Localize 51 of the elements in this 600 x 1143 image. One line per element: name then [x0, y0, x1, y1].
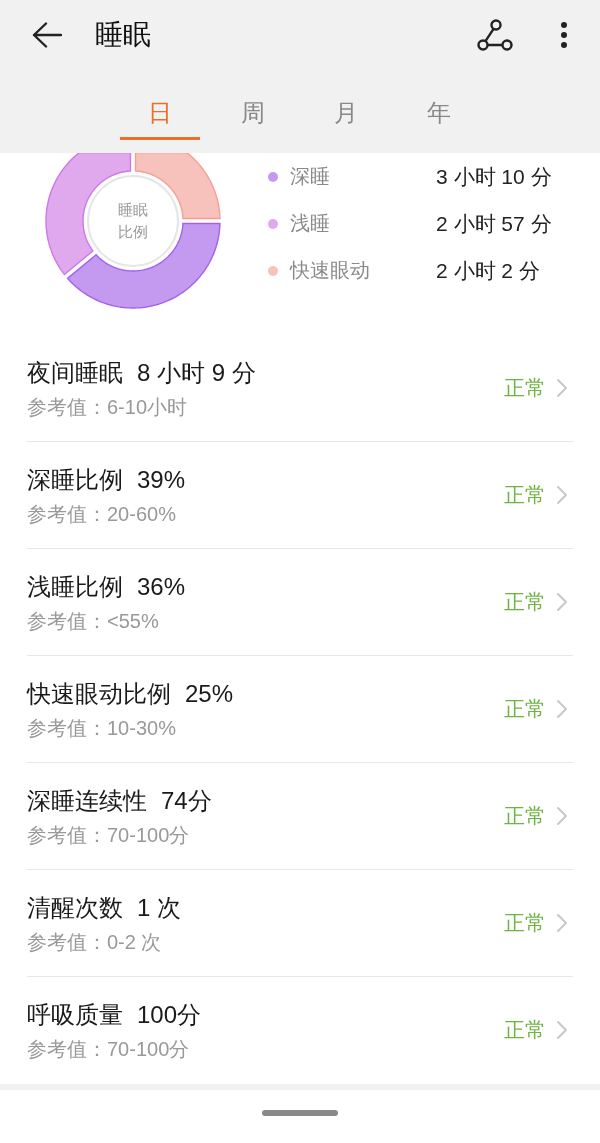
status-text: 正常 [504, 1017, 546, 1043]
chevron-icon[interactable] [556, 806, 568, 826]
legend-label: 浅睡 [290, 211, 331, 236]
chevron-icon[interactable] [556, 485, 568, 505]
page-title: 睡眠 [95, 18, 152, 52]
status-text: 正常 [504, 696, 546, 722]
home-indicator[interactable] [262, 1110, 338, 1116]
period-tab[interactable]: 周 [213, 88, 293, 140]
back-arrow-icon[interactable] [32, 22, 62, 48]
status-text: 正常 [504, 803, 546, 829]
metric-label: 深睡连续性 [27, 786, 147, 816]
status-text: 正常 [504, 910, 546, 936]
duration-text: 2 小时 2 分 [436, 257, 540, 284]
legend-label: 快速眼动 [290, 258, 371, 283]
reference-text: 参考值：70-100分 [27, 823, 191, 848]
reference-text: 参考值：20-60% [27, 502, 177, 527]
status-text: 正常 [504, 589, 546, 615]
chevron-icon[interactable] [556, 378, 568, 398]
metric-value: 100分 [137, 1000, 202, 1030]
metric-label: 深睡比例 [27, 465, 123, 495]
metric-value: 8 小时 9 分 [137, 358, 256, 388]
chevron-icon[interactable] [556, 1020, 568, 1040]
chevron-icon[interactable] [556, 699, 568, 719]
metric-value: 36% [137, 572, 186, 602]
metric-label: 呼吸质量 [27, 1000, 123, 1030]
status-text: 正常 [504, 482, 546, 508]
connected-nodes-icon[interactable] [476, 18, 514, 52]
metric-value: 1 次 [137, 893, 181, 923]
more-options-icon[interactable] [560, 21, 568, 49]
period-tab[interactable]: 月 [306, 88, 386, 140]
status-text: 正常 [504, 375, 546, 401]
reference-text: 参考值：6-10小时 [27, 395, 189, 420]
metric-label: 浅睡比例 [27, 572, 123, 602]
reference-text: 参考值：0-2 次 [27, 930, 163, 955]
period-tab[interactable]: 日 [120, 88, 200, 140]
legend-label: 深睡 [290, 164, 331, 189]
chevron-icon[interactable] [556, 592, 568, 612]
metric-label: 清醒次数 [27, 893, 123, 923]
metric-value: 74分 [161, 786, 212, 816]
metric-label: 夜间睡眠 [27, 358, 123, 388]
duration-text: 2 小时 57 分 [436, 210, 552, 237]
metric-value: 39% [137, 465, 186, 495]
reference-text: 参考值：<55% [27, 609, 160, 634]
metric-value: 25% [185, 679, 234, 709]
reference-text: 参考值：70-100分 [27, 1037, 191, 1062]
chevron-icon[interactable] [556, 913, 568, 933]
period-tab[interactable]: 年 [399, 88, 479, 140]
reference-text: 参考值：10-30% [27, 716, 177, 741]
metric-label: 快速眼动比例 [27, 679, 171, 709]
chart-title: 睡眠比例 [117, 200, 149, 242]
duration-text: 3 小时 10 分 [436, 163, 552, 190]
